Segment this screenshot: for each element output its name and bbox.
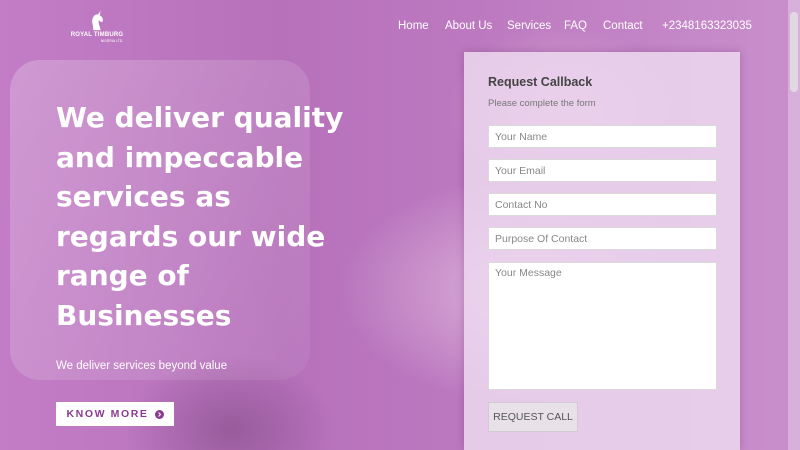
callback-form: Request Callback Please complete the for… bbox=[464, 52, 740, 450]
message-textarea[interactable] bbox=[488, 262, 717, 390]
arrow-right-circle-icon bbox=[154, 409, 164, 419]
email-input[interactable] bbox=[488, 159, 717, 182]
nav-services[interactable]: Services bbox=[507, 20, 551, 32]
know-more-label: KNOW MORE bbox=[66, 408, 149, 420]
nav-faq[interactable]: FAQ bbox=[564, 20, 587, 32]
form-subtitle: Please complete the form bbox=[488, 98, 596, 109]
nav-home[interactable]: Home bbox=[398, 20, 429, 32]
request-call-button[interactable]: REQUEST CALL bbox=[488, 402, 578, 432]
nav-contact[interactable]: Contact bbox=[603, 20, 643, 32]
name-input[interactable] bbox=[488, 125, 717, 148]
brand-name: ROYAL TIMBURG bbox=[70, 32, 124, 38]
hero-headline: We deliver quality and impeccable servic… bbox=[56, 101, 344, 332]
know-more-button[interactable]: KNOW MORE bbox=[56, 402, 174, 426]
form-title: Request Callback bbox=[488, 75, 593, 89]
brand-subtitle: NIGERIA LTD. bbox=[100, 39, 124, 43]
brand-logo[interactable]: ROYAL TIMBURG NIGERIA LTD. bbox=[62, 10, 132, 48]
hero-subline: We deliver services beyond value bbox=[56, 360, 228, 372]
page-scrollbar[interactable] bbox=[788, 0, 800, 450]
unicorn-logo-icon bbox=[92, 10, 103, 31]
purpose-input[interactable] bbox=[488, 227, 717, 250]
nav-about-us[interactable]: About Us bbox=[445, 20, 492, 32]
contact-number-input[interactable] bbox=[488, 193, 717, 216]
scrollbar-thumb[interactable] bbox=[790, 12, 798, 92]
nav-phone-number[interactable]: +2348163323035 bbox=[662, 20, 752, 32]
